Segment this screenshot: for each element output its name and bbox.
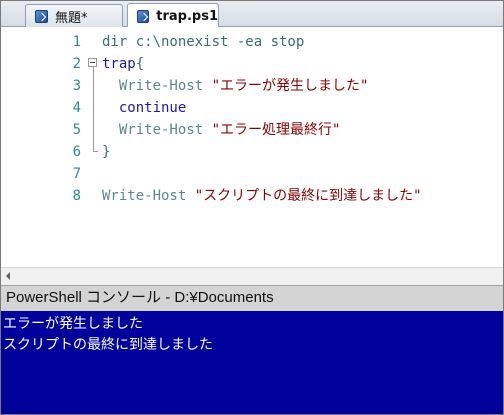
powershell-ise-window: 無題* trap.ps1 1 dir c:\nonexist -ea stop 2 t…: [0, 0, 504, 415]
code-line: 4 continue: [1, 97, 503, 119]
code-line: 8 Write-Host "スクリプトの最終に到達しました": [1, 185, 503, 207]
code-text: Write-Host "エラー処理最終行": [102, 119, 341, 141]
code-text: Write-Host "エラーが発生しました": [102, 75, 369, 97]
fold-guide: [93, 67, 94, 151]
code-token: "エラー処理最終行": [211, 122, 341, 138]
code-text: continue: [102, 97, 186, 119]
code-token: Write-Host: [102, 188, 195, 204]
code-line: 2 trap{: [1, 53, 503, 75]
code-line: 7: [1, 163, 503, 185]
line-number: 3: [72, 78, 81, 94]
collapse-icon[interactable]: [88, 58, 97, 67]
tab-label: trap.ps1: [156, 8, 218, 24]
tab-strip: 無題* trap.ps1: [1, 1, 503, 28]
console-output-pane[interactable]: エラーが発生しました スクリプトの最終に到達しました: [1, 311, 503, 414]
code-token: "スクリプトの最終に到達しました": [194, 188, 422, 204]
script-file-icon: [35, 9, 48, 23]
line-number: 5: [72, 122, 81, 138]
code-token: "エラーが発生しました": [211, 78, 369, 94]
console-output-line: スクリプトの最終に到達しました: [3, 337, 213, 353]
line-number: 6: [72, 144, 81, 160]
code-line: 6}: [1, 141, 503, 163]
tab-label: 無題*: [55, 10, 88, 26]
console-output-line: エラーが発生しました: [3, 316, 143, 332]
tab-untitled[interactable]: 無題*: [25, 4, 123, 27]
code-line: 3 Write-Host "エラーが発生しました": [1, 75, 503, 97]
line-number: 1: [72, 34, 81, 50]
code-token: dir c:\nonexist -ea stop: [102, 34, 305, 50]
code-text: dir c:\nonexist -ea stop: [102, 31, 304, 53]
console-title: PowerShell コンソール - D:¥Documents: [1, 285, 503, 311]
script-file-icon: [137, 9, 150, 23]
code-text: trap{: [102, 53, 144, 75]
code-token: }: [102, 144, 111, 160]
fold-guide-end: [93, 151, 98, 152]
line-number: 8: [72, 188, 81, 204]
horizontal-scrollbar[interactable]: [1, 267, 503, 285]
line-number: 4: [72, 100, 81, 116]
code-token: {: [135, 56, 145, 72]
code-token: trap: [102, 56, 136, 72]
script-editor[interactable]: 1 dir c:\nonexist -ea stop 2 trap{3 Write-H…: [1, 27, 503, 285]
scroll-left-icon[interactable]: [6, 272, 10, 280]
code-text: }: [102, 141, 110, 163]
code-token: Write-Host: [102, 122, 212, 138]
code-token: Write-Host: [102, 78, 212, 94]
line-number: 7: [72, 166, 81, 182]
code-token: continue: [102, 100, 187, 116]
code-text: Write-Host "スクリプトの最終に到達しました": [102, 185, 422, 207]
code-line: 5 Write-Host "エラー処理最終行": [1, 119, 503, 141]
line-number: 2: [72, 56, 81, 72]
code-line: 1 dir c:\nonexist -ea stop: [1, 31, 503, 53]
tab-trap-ps1[interactable]: trap.ps1: [127, 3, 219, 28]
